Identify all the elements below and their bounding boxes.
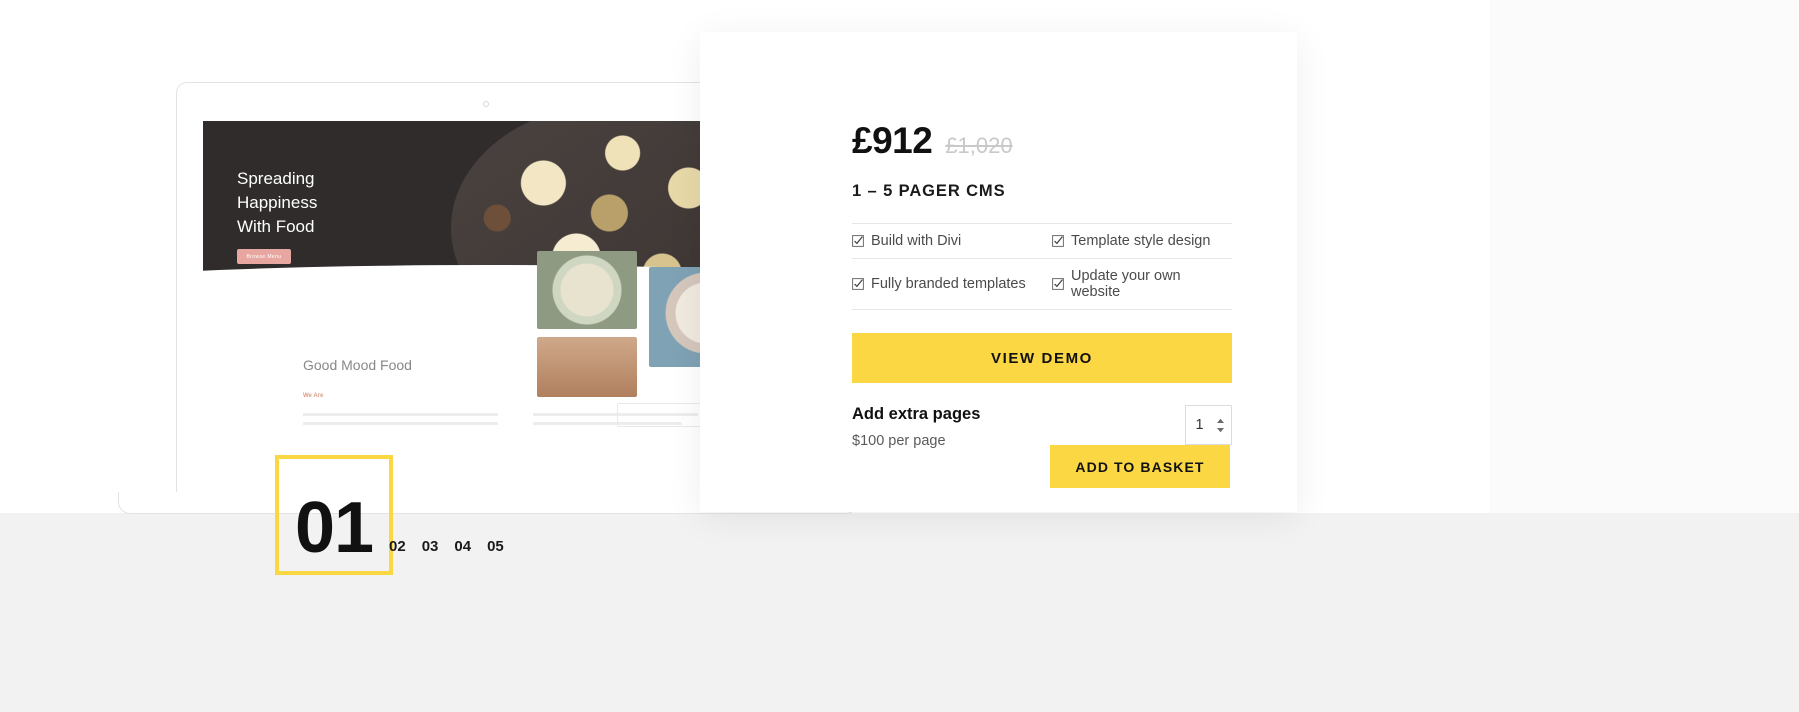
extra-pages-label: Add extra pages [852,405,981,423]
price-original-struck: £1,020 [945,133,1013,158]
pagination-active-number[interactable]: 01 [295,487,374,569]
chevron-up-icon[interactable] [1216,418,1225,424]
hero-heading-line-2: Happiness [237,193,318,212]
demo-section-eyebrow: We Are [303,393,324,399]
price-row: £912 £1,020 [852,120,1232,162]
demo-food-photo-1 [537,251,637,329]
quantity-stepper[interactable] [1185,405,1232,445]
demo-section-title: Good Mood Food [303,357,412,373]
background-grey-band [0,513,1799,712]
feature-list: Build with Divi Template style design Fu… [852,223,1232,310]
pagination-item-05[interactable]: 05 [487,538,504,555]
pagination-item-02[interactable]: 02 [389,538,406,555]
pagination-item-04[interactable]: 04 [454,538,471,555]
extra-pages-text-group: Add extra pages $100 per page [852,405,980,449]
product-card-content: £912 £1,020 1 – 5 PAGER CMS Build with D… [852,120,1232,449]
feature-item-update-your-own-website: Update your own website [1042,259,1232,310]
demo-body-text-placeholder-left [303,413,498,433]
feature-label: Fully branded templates [871,276,1026,292]
feature-item-build-with-divi: Build with Divi [852,224,1042,259]
background-right-panel [1490,0,1799,513]
feature-row: Fully branded templates Update your own … [852,259,1232,310]
pagination-item-03[interactable]: 03 [422,538,439,555]
feature-item-fully-branded-templates: Fully branded templates [852,259,1042,310]
checkbox-checked-icon [852,278,864,290]
checkbox-checked-icon [1052,235,1064,247]
laptop-camera-icon [483,101,489,107]
demo-food-photo-3 [537,337,637,397]
demo-hero-heading: Spreading Happiness With Food [237,167,317,239]
feature-row: Build with Divi Template style design [852,224,1232,259]
quantity-input[interactable] [1186,416,1213,434]
extra-pages-price: $100 per page [852,433,946,449]
product-title: 1 – 5 PAGER CMS [852,182,1006,200]
hero-heading-line-3: With Food [237,217,315,236]
checkbox-checked-icon [852,235,864,247]
feature-item-template-style-design: Template style design [1042,224,1232,259]
add-to-basket-button[interactable]: ADD TO BASKET [1050,445,1230,488]
hero-heading-line-1: Spreading [237,169,315,188]
checkbox-checked-icon [1052,278,1064,290]
feature-label: Update your own website [1071,268,1181,300]
chevron-down-icon[interactable] [1216,427,1225,433]
feature-label: Template style design [1071,233,1211,249]
feature-label: Build with Divi [871,233,962,249]
view-demo-button[interactable]: VIEW DEMO [852,333,1232,383]
quantity-arrows[interactable] [1213,418,1231,433]
extra-pages-section: Add extra pages $100 per page [852,405,1232,449]
price-current: £912 [852,120,933,161]
product-details-card: GUARANTEE MONEY BACK ★ £912 £1,020 1 – 5… [700,32,1297,512]
demo-hero-button: Browse Menu [237,249,291,264]
pagination-numbers: 02 03 04 05 [389,538,504,555]
